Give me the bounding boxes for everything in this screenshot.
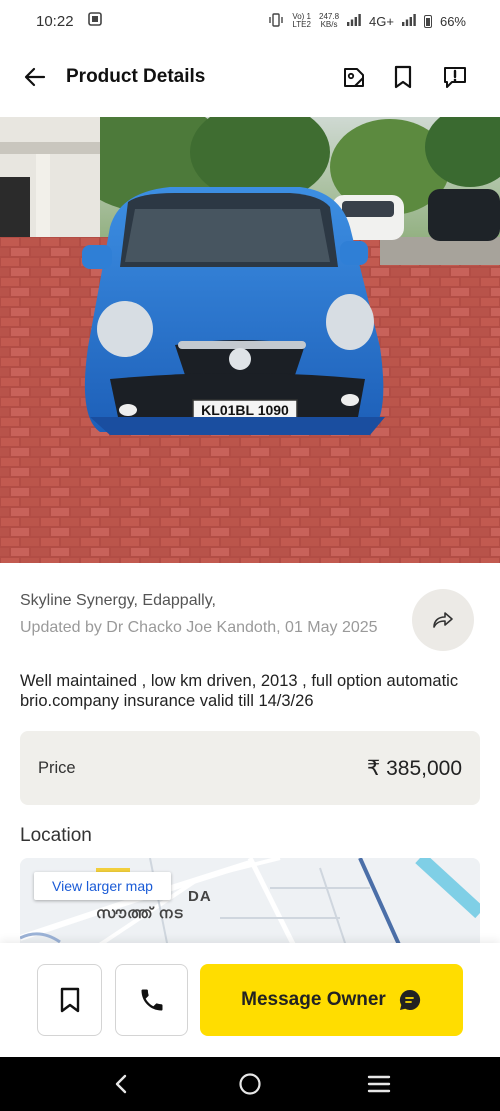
price-card: Price ₹ 385,000 xyxy=(20,731,480,805)
plate-text: KL01BL 1090 xyxy=(201,402,289,418)
price-value: ₹ 385,000 xyxy=(366,756,462,780)
chevron-left-icon xyxy=(115,1074,126,1094)
status-bar: 10:22 Vo) 1 LTE2 247.8 KB/s 4G+ 66% xyxy=(0,0,500,42)
status-time: 10:22 xyxy=(36,12,74,30)
bookmark-icon xyxy=(60,987,79,1013)
product-image-gallery[interactable]: KL01BL 1090 xyxy=(0,117,500,563)
price-tag-icon xyxy=(344,68,364,87)
chat-icon xyxy=(399,989,420,1010)
bottom-action-bar: Message Owner xyxy=(0,943,500,1057)
back-arrow-icon xyxy=(24,67,46,87)
price-tag-button[interactable] xyxy=(339,62,369,92)
data-speed: 247.8 KB/s xyxy=(319,13,339,29)
bookmark-icon xyxy=(394,65,412,89)
share-button[interactable] xyxy=(412,589,474,651)
phone-icon xyxy=(141,989,162,1011)
map-place-line1: DA xyxy=(188,888,212,905)
signal-label: 4G+ xyxy=(369,13,394,29)
car-photo: KL01BL 1090 xyxy=(0,117,500,563)
page-title: Product Details xyxy=(66,66,206,87)
back-button[interactable] xyxy=(20,62,50,92)
menu-lines-icon xyxy=(368,1075,391,1093)
network-type-bottom: LTE2 xyxy=(292,20,311,29)
system-back-button[interactable] xyxy=(103,1066,139,1102)
price-label: Price xyxy=(38,758,76,777)
signal-icon xyxy=(347,13,361,29)
network-type: Vo) 1 LTE2 xyxy=(292,13,311,29)
system-home-button[interactable] xyxy=(232,1066,268,1102)
report-button[interactable] xyxy=(440,62,470,92)
location-heading: Location xyxy=(20,825,92,846)
system-recents-button[interactable] xyxy=(361,1066,397,1102)
seller-name: Skyline Synergy, Edappally, xyxy=(20,592,216,609)
status-left: 10:22 xyxy=(36,12,102,30)
map-place-line2: സൗത്ത് നട xyxy=(96,905,184,922)
battery-icon xyxy=(423,14,432,28)
share-icon xyxy=(433,612,453,628)
signal-icon-2 xyxy=(401,13,416,29)
map-place-label: DA സൗത്ത് നട xyxy=(96,888,212,922)
home-circle-icon xyxy=(239,1073,261,1095)
status-right: Vo) 1 LTE2 247.8 KB/s 4G+ 66% xyxy=(268,13,466,30)
screen-record-icon xyxy=(87,12,102,30)
message-owner-button[interactable]: Message Owner xyxy=(200,964,463,1036)
bookmark-button[interactable] xyxy=(388,62,418,92)
battery-percent: 66% xyxy=(439,13,466,29)
call-button[interactable] xyxy=(115,964,188,1036)
data-speed-unit: KB/s xyxy=(320,20,338,29)
vibrate-icon xyxy=(268,12,284,30)
report-icon xyxy=(444,67,466,88)
save-listing-button[interactable] xyxy=(37,964,102,1036)
product-description: Well maintained , low km driven, 2013 , … xyxy=(20,672,459,710)
message-owner-label: Message Owner xyxy=(241,989,386,1010)
system-navigation-bar xyxy=(0,1057,500,1111)
updated-by: Updated by Dr Chacko Joe Kandoth, 01 May… xyxy=(20,619,378,636)
app-bar: Product Details xyxy=(0,50,500,106)
